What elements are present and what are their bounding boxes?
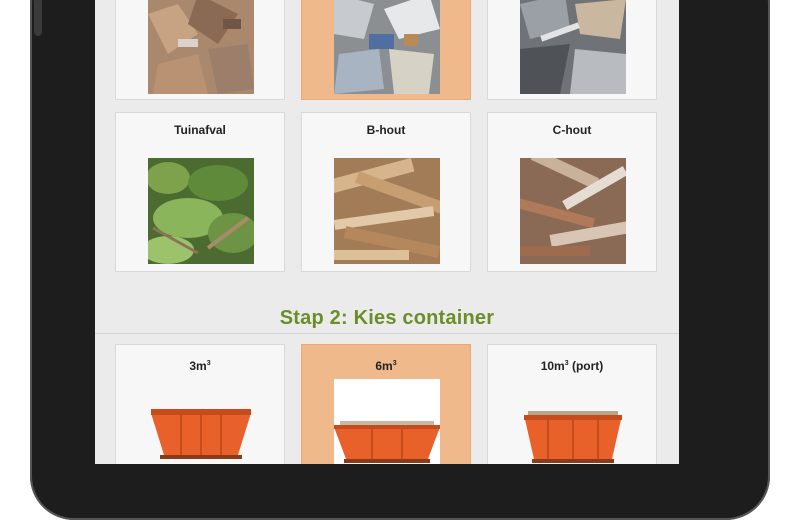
waste-photo-b-hout xyxy=(334,158,440,264)
skip-container-icon xyxy=(524,411,622,463)
waste-photo-household xyxy=(334,0,440,94)
waste-type-card-household[interactable] xyxy=(301,0,471,100)
divider xyxy=(95,333,679,334)
container-card-3m3[interactable]: 3m3 xyxy=(115,344,285,464)
waste-type-card-c-hout[interactable]: C-hout xyxy=(487,112,657,272)
waste-photo-construction xyxy=(520,0,626,94)
waste-type-card-b-hout[interactable]: B-hout xyxy=(301,112,471,272)
skip-container-icon xyxy=(151,409,251,459)
waste-photo-mixed-rubble xyxy=(148,0,254,94)
step-2-title: Stap 2: Kies container xyxy=(279,307,495,329)
container-card-6m3[interactable]: 6m3 xyxy=(301,344,471,464)
waste-type-label: Tuinafval xyxy=(174,123,226,137)
waste-photo-c-hout xyxy=(520,158,626,264)
phone-side-button xyxy=(34,0,42,36)
container-size-label: 3m3 xyxy=(189,359,211,373)
waste-type-card-construction[interactable] xyxy=(487,0,657,100)
container-size-label: 10m3 (port) xyxy=(540,359,604,373)
waste-type-card-mixed[interactable] xyxy=(115,0,285,100)
skip-container-icon xyxy=(334,421,440,463)
app-screen: Tuinafval B-hout C-hout Stap 2: Kies con… xyxy=(95,0,679,464)
container-size-label: 6m3 xyxy=(375,359,397,373)
waste-photo-garden xyxy=(148,158,254,264)
waste-type-label: B-hout xyxy=(366,123,406,137)
container-card-10m3-port[interactable]: 10m3 (port) xyxy=(487,344,657,464)
waste-type-card-tuinafval[interactable]: Tuinafval xyxy=(115,112,285,272)
waste-type-label: C-hout xyxy=(552,123,592,137)
